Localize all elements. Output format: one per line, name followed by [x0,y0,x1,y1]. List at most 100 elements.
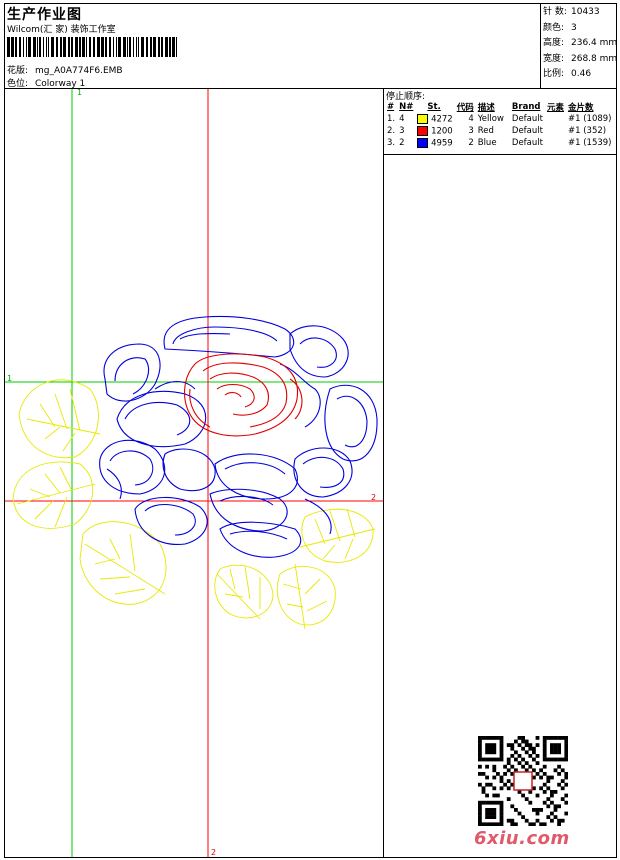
qr-module [481,790,486,794]
qr-module [496,800,500,805]
qr-module [528,746,533,751]
col-desc: 描述 [477,103,495,113]
qr-module [542,757,547,762]
qr-module [553,790,558,794]
qr-module [514,822,518,826]
color-swatch [417,137,429,148]
qr-module [524,750,529,755]
qr-module [524,739,529,744]
barcode-bar [79,37,81,57]
petal [336,395,368,448]
leaf-vein [16,466,96,528]
barcode-bar [86,37,87,57]
pattern-row: 花版: mg_A0A774F6.EMB [7,63,123,76]
qr-module [553,808,558,812]
qr-module [499,818,504,823]
petal [154,380,196,390]
barcode-bar [169,37,171,57]
col-element: 元素 [546,103,564,113]
qr-module [535,761,540,765]
qr-module [492,800,497,805]
qr-module [517,761,522,765]
qr-module [542,754,547,758]
barcode-bar [118,37,121,57]
barcode-bar [176,37,177,57]
qr-module [546,757,551,762]
petal [189,388,211,428]
barcode-bar [133,37,134,57]
qr-module [478,815,482,819]
qr-module [506,743,511,747]
qr-module [532,757,536,762]
qr-module [524,818,529,823]
leaf-vein [282,563,328,630]
axis-label-left: 1 [7,374,12,383]
qr-module [560,779,565,783]
stat-height: 高度: 236.4 mm [543,38,618,48]
qr-module [553,804,558,809]
stats-panel: 针 数: 10433 颜色: 3 高度: 236.4 mm 宽度: 268.8 mm 比… [543,5,617,83]
qr-module [521,793,525,798]
qr-module [564,782,568,787]
qr-module [492,815,497,819]
qr-module [492,768,497,773]
qr-module [532,808,536,812]
qr-module [564,750,568,755]
colorway-label: 色位: [7,79,29,89]
qr-module [528,822,533,826]
qr-module [499,800,504,805]
table-row: 1. 4 4272 4 Yellow Default #1 (1089) [387,113,612,125]
barcode-bar [161,37,163,57]
qr-module [499,743,504,747]
embroidery-design: 1 1 2 2 [5,89,383,857]
qr-module [485,822,489,826]
barcode-bar [101,37,104,57]
qr-module [485,736,489,740]
qr-module [506,757,511,762]
qr-module [499,775,504,780]
petal [302,456,345,488]
col-code: 代码 [456,103,474,113]
qr-module [524,761,529,765]
qr-module [478,739,482,744]
qr-module [485,800,489,805]
qr-module [564,736,568,740]
qr-module [514,750,518,755]
qr-module [506,779,511,783]
qr-module [492,750,497,755]
qr-module [510,804,515,809]
qr-module [510,822,515,826]
qr-module [546,775,551,780]
qr-module [521,815,525,819]
barcode-bar [51,37,54,57]
qr-module [553,746,558,751]
qr-module [514,757,518,762]
barcode-bar [150,37,152,57]
petal [224,462,286,475]
qr-module [499,786,504,791]
qr-module [528,754,533,758]
qr-module [496,793,500,798]
barcode-bar [158,37,160,57]
petal [216,383,255,408]
qr-module [564,754,568,758]
qr-module [478,772,482,776]
qr-module [528,743,533,747]
qr-module [478,764,482,769]
barcode-bar [129,37,131,57]
barcode-bar [43,37,44,57]
barcode-bar [11,37,14,57]
qr-module [499,811,504,816]
blue-petals [99,315,378,558]
qr-module [492,786,497,791]
qr-module [560,797,565,801]
qr-module [478,818,482,823]
petal [209,372,270,416]
qr-module [532,822,536,826]
col-stitches: St. [427,102,441,112]
qr-module [488,782,493,787]
qr-module [553,768,558,773]
qr-module [542,782,547,787]
qr-module [553,757,558,762]
leaf-vein [216,566,261,620]
